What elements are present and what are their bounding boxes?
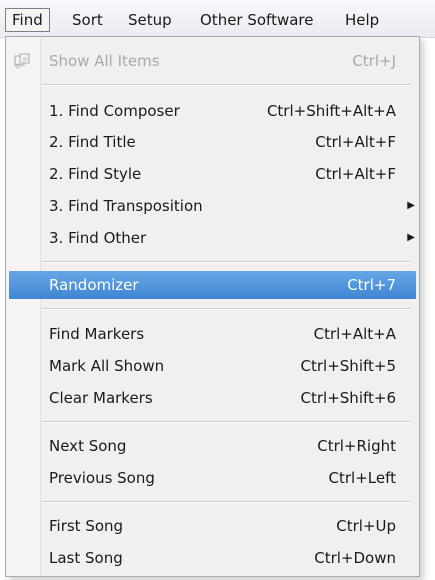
menu-item-previous-song[interactable]: Previous Song Ctrl+Left [6, 464, 419, 492]
menu-item-shortcut: Ctrl+Up [336, 517, 396, 535]
menu-item-label: 3. Find Other [49, 229, 147, 247]
menu-item-label: 3. Find Transposition [49, 197, 203, 215]
menu-item-label: Last Song [49, 549, 123, 567]
menu-item-label: 2. Find Title [49, 133, 136, 151]
menu-item-label: Randomizer [49, 276, 139, 294]
menu-item-find-style[interactable]: 2. Find Style Ctrl+Alt+F [6, 160, 419, 188]
menu-item-shortcut: Ctrl+Shift+5 [300, 357, 396, 375]
menu-item-label: Previous Song [49, 469, 155, 487]
submenu-arrow-icon: ▶ [407, 200, 415, 211]
menu-item-label: Next Song [49, 437, 127, 455]
menu-item-first-song[interactable]: First Song Ctrl+Up [6, 512, 419, 540]
menu-item-label: Find Markers [49, 325, 145, 343]
find-dropdown-menu: Show All Items Ctrl+J 1. Find Composer C… [5, 36, 420, 577]
menu-item-randomizer[interactable]: Randomizer Ctrl+7 [9, 271, 416, 299]
menu-item-last-song[interactable]: Last Song Ctrl+Down [6, 544, 419, 572]
menu-bar: Find Sort Setup Other Software Help [0, 0, 435, 38]
menu-separator [42, 261, 411, 263]
show-all-icon [14, 53, 30, 69]
menu-separator [42, 84, 411, 86]
menu-item-label: Clear Markers [49, 389, 153, 407]
menu-item-shortcut: Ctrl+Alt+F [315, 165, 396, 183]
menu-item-clear-markers[interactable]: Clear Markers Ctrl+Shift+6 [6, 384, 419, 412]
menu-item-find-title[interactable]: 2. Find Title Ctrl+Alt+F [6, 128, 419, 156]
menu-item-show-all-items[interactable]: Show All Items Ctrl+J [6, 47, 419, 75]
menu-item-shortcut: Ctrl+Shift+Alt+A [266, 102, 396, 120]
menu-item-shortcut: Ctrl+Alt+F [315, 133, 396, 151]
menu-other-software[interactable]: Other Software [194, 8, 319, 32]
menu-item-shortcut: Ctrl+7 [347, 276, 396, 294]
menu-item-label: First Song [49, 517, 124, 535]
menu-separator [42, 501, 411, 503]
menu-item-shortcut: Ctrl+Left [328, 469, 396, 487]
menu-separator [42, 421, 411, 423]
menu-item-shortcut: Ctrl+J [352, 52, 396, 70]
menu-item-shortcut: Ctrl+Shift+6 [300, 389, 396, 407]
menu-item-find-composer[interactable]: 1. Find Composer Ctrl+Shift+Alt+A [6, 97, 419, 125]
menu-item-shortcut: Ctrl+Down [314, 549, 396, 567]
menu-item-find-markers[interactable]: Find Markers Ctrl+Alt+A [6, 320, 419, 348]
menu-setup[interactable]: Setup [122, 8, 178, 32]
menu-help[interactable]: Help [339, 8, 385, 32]
menu-item-next-song[interactable]: Next Song Ctrl+Right [6, 432, 419, 460]
menu-item-shortcut: Ctrl+Right [317, 437, 396, 455]
menu-find[interactable]: Find [5, 8, 50, 32]
submenu-arrow-icon: ▶ [407, 232, 415, 243]
menu-item-shortcut: Ctrl+Alt+A [313, 325, 396, 343]
menu-sort[interactable]: Sort [66, 8, 109, 32]
menu-separator [42, 308, 411, 310]
menu-item-label: Show All Items [49, 52, 160, 70]
menu-item-label: Mark All Shown [49, 357, 165, 375]
menu-item-label: 2. Find Style [49, 165, 142, 183]
menu-item-label: 1. Find Composer [49, 102, 180, 120]
menu-item-find-transposition[interactable]: 3. Find Transposition ▶ [6, 192, 419, 220]
menu-item-find-other[interactable]: 3. Find Other ▶ [6, 224, 419, 252]
menu-item-mark-all-shown[interactable]: Mark All Shown Ctrl+Shift+5 [6, 352, 419, 380]
